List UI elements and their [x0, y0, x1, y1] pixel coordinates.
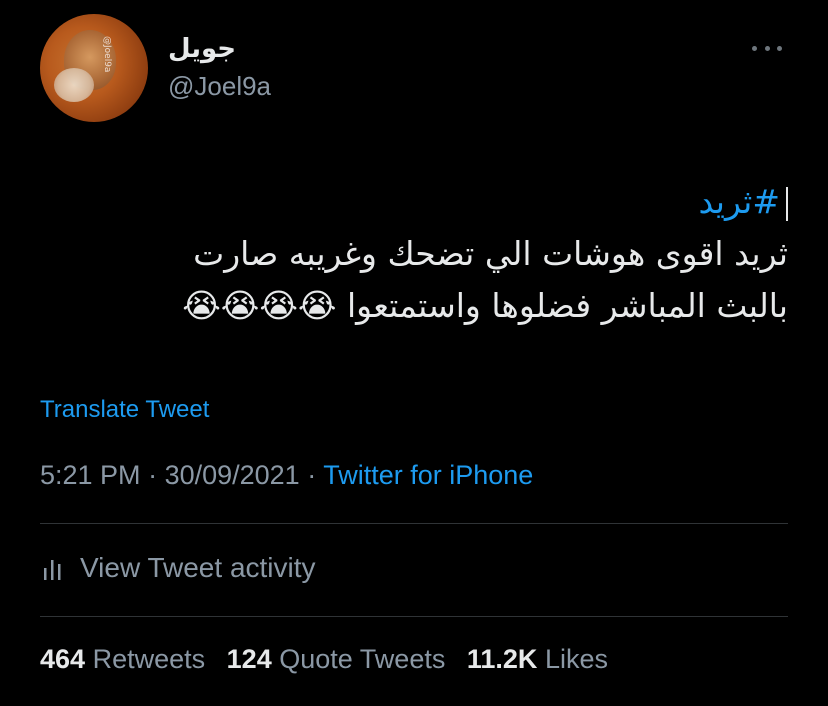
translate-tweet-link[interactable]: Translate Tweet	[40, 396, 209, 424]
tweet-text-hashtag-line: #ثريد	[68, 176, 788, 228]
quote-tweets-count: 124	[226, 644, 272, 674]
tweet-date[interactable]: 30/09/2021	[165, 460, 300, 490]
avatar-watermark: @Joel9a	[102, 36, 112, 73]
divider	[40, 523, 788, 524]
meta-separator: ·	[140, 460, 165, 490]
meta-separator: ·	[299, 460, 324, 490]
author-display-name[interactable]: جويل	[168, 32, 271, 66]
text-cursor	[786, 186, 788, 221]
tweet-meta: 5:21 PM · 30/09/2021 · Twitter for iPhon…	[40, 460, 533, 491]
view-tweet-activity-label: View Tweet activity	[80, 552, 316, 583]
retweets-label: Retweets	[92, 644, 206, 674]
author-names: جويل @Joel9a	[168, 32, 271, 102]
quote-tweets-label: Quote Tweets	[279, 644, 446, 674]
quote-tweets-stat[interactable]: 124 Quote Tweets	[227, 644, 446, 674]
tweet-source-link[interactable]: Twitter for iPhone	[323, 460, 533, 490]
avatar-face-shape	[54, 68, 94, 102]
avatar[interactable]: @Joel9a	[40, 14, 148, 122]
more-dot	[764, 45, 770, 51]
tweet-text-line: ثريد اقوى هوشات الي تضحك وغريبه صارت	[193, 234, 788, 273]
divider	[40, 616, 788, 617]
tweet-stats: 464 Retweets 124 Quote Tweets 11.2K Like…	[40, 644, 622, 675]
tweet-text-line-with-emoji: بالبث المباشر فضلوها واستمتعوا 😭😭😭😭	[68, 280, 788, 332]
tweet-text: #ثريد ثريد اقوى هوشات الي تضحك وغريبه صا…	[68, 176, 788, 332]
hashtag-link[interactable]: #ثريد	[698, 182, 780, 221]
more-horizontal-icon[interactable]	[752, 44, 782, 52]
likes-stat[interactable]: 11.2K Likes	[467, 644, 608, 674]
likes-count: 11.2K	[466, 644, 538, 674]
retweets-count: 464	[40, 644, 86, 674]
retweets-stat[interactable]: 464 Retweets	[40, 644, 205, 674]
author-handle[interactable]: @Joel9a	[168, 70, 271, 102]
more-dot	[752, 45, 757, 51]
bar-chart-icon	[44, 560, 61, 580]
crying-face-emoji: 😭😭😭😭	[182, 286, 337, 325]
likes-label: Likes	[544, 644, 608, 674]
more-dot	[777, 45, 782, 51]
tweet-text-line: بالبث المباشر فضلوها واستمتعوا	[346, 286, 788, 325]
view-tweet-activity-button[interactable]: View Tweet activity	[40, 548, 316, 588]
tweet-header: @Joel9a جويل @Joel9a	[40, 14, 788, 124]
tweet-time[interactable]: 5:21 PM	[40, 460, 141, 490]
